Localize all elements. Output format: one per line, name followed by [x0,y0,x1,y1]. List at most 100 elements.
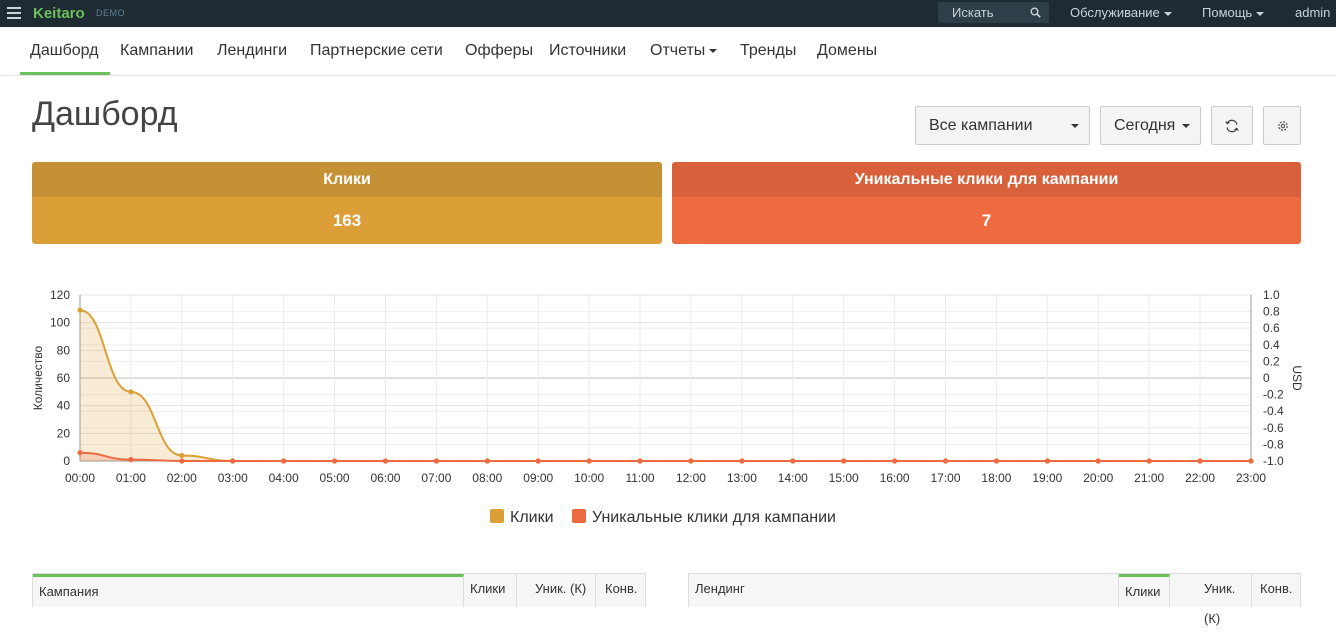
y2-tick-label: -0.2 [1263,388,1284,402]
x-tick-label: 08:00 [472,471,502,485]
x-tick-label: 21:00 [1134,471,1164,485]
unique-clicks-card: Уникальные клики для кампании 7 [672,162,1301,244]
campaigns-header-clicks[interactable]: Клики [464,574,517,607]
x-tick-label: 10:00 [574,471,604,485]
series-point [1095,458,1101,464]
series-area [80,452,1251,461]
nav-active-indicator [20,72,110,75]
campaigns-header-conv[interactable]: Конв. [596,574,646,607]
search-placeholder: Искать [952,5,994,20]
x-tick-label: 11:00 [625,471,654,485]
y2-axis-title: USD [1290,365,1304,391]
chevron-down-icon [1071,124,1079,128]
series-point [77,307,83,313]
gear-icon [1278,121,1288,131]
nav-trends[interactable]: Тренды [740,42,796,60]
x-tick-label: 07:00 [421,471,451,485]
menu-icon[interactable] [7,7,21,19]
nav-landings[interactable]: Лендинги [217,42,287,60]
unique-clicks-card-title: Уникальные клики для кампании [672,162,1301,197]
nav-affiliate-networks[interactable]: Партнерские сети [310,42,443,60]
search-icon[interactable] [1030,7,1041,18]
x-tick-label: 12:00 [676,471,706,485]
series-point [892,458,898,464]
help-menu[interactable]: Помощь [1202,5,1265,20]
refresh-icon [1225,119,1239,133]
main-nav: Дашборд Кампании Лендинги Партнерские се… [0,27,1336,76]
series-point [331,458,338,464]
period-filter-select[interactable]: Сегодня [1100,106,1201,145]
legend-swatch-unique [572,509,586,523]
search-input[interactable]: Искать [938,2,1049,23]
user-menu[interactable]: admin [1295,5,1330,20]
series-point [688,458,694,464]
x-tick-label: 20:00 [1083,471,1113,485]
x-tick-label: 13:00 [727,471,757,485]
x-tick-label: 04:00 [269,471,299,485]
top-bar: Keitaro DEMO Искать Обслуживание Помощь … [0,0,1336,27]
y2-tick-label: 0.6 [1263,321,1280,335]
nav-offers[interactable]: Офферы [465,42,533,60]
legend-item-unique[interactable]: Уникальные клики для кампании [572,509,836,527]
demo-badge: DEMO [96,8,125,18]
brand-logo[interactable]: Keitaro [33,5,85,22]
y-tick-label: 40 [57,399,71,413]
nav-reports[interactable]: Отчеты [650,42,718,60]
series-point [790,458,796,464]
y2-tick-label: 0.4 [1263,338,1280,352]
series-line [79,309,1251,462]
x-tick-label: 16:00 [880,471,910,485]
x-tick-label: 22:00 [1185,471,1215,485]
chevron-down-icon [1256,11,1265,16]
y2-tick-label: -1.0 [1263,454,1284,468]
x-tick-label: 14:00 [778,471,808,485]
y-tick-label: 100 [50,316,70,330]
landings-header-landing[interactable]: Лендинг [689,574,1119,607]
y-tick-label: 20 [57,426,71,440]
x-tick-label: 01:00 [116,471,146,485]
landings-header-unique[interactable]: Уник. (К) [1170,574,1252,626]
series-point [1146,458,1152,464]
landings-header-clicks[interactable]: Клики [1119,574,1170,607]
landings-table: Лендинг Клики Уник. (К) Конв. [688,573,1301,626]
campaign-filter-select[interactable]: Все кампании [915,106,1090,145]
settings-button[interactable] [1263,106,1301,145]
y2-tick-label: -0.8 [1263,437,1284,451]
series-point [230,458,236,464]
legend-item-clicks[interactable]: Клики [490,509,554,527]
clicks-chart: 0 20 40 60 80 100 120 -1.0 -0.8 -0.6 -0.4 -0.2 0 0.2 0… [31,288,1304,485]
y-tick-label: 0 [63,454,70,468]
chevron-down-icon [1163,11,1172,16]
landings-header-conv[interactable]: Конв. [1252,574,1301,607]
series-point [128,457,134,463]
maintenance-label: Обслуживание [1070,5,1160,20]
refresh-button[interactable] [1211,106,1253,145]
x-tick-label: 23:00 [1236,471,1266,485]
x-tick-label: 15:00 [829,471,859,485]
campaigns-header-unique[interactable]: Уник. (К) [517,574,596,607]
nav-campaigns[interactable]: Кампании [120,42,194,60]
x-tick-label: 18:00 [981,471,1011,485]
nav-sources[interactable]: Источники [549,42,626,60]
series-point [484,458,490,464]
legend-label-clicks: Клики [510,509,554,526]
series-point [637,458,643,464]
chevron-down-icon [709,48,718,53]
nav-domains[interactable]: Домены [817,42,877,60]
campaign-filter-label: Все кампании [929,117,1033,134]
y-axis-title: Количество [31,345,45,410]
series-point [77,450,83,456]
series-area [80,310,1251,461]
maintenance-menu[interactable]: Обслуживание [1070,5,1172,20]
y-tick-label: 120 [50,288,70,302]
campaigns-header-campaign[interactable]: Кампания [33,574,464,607]
y2-tick-label: 0 [1263,371,1270,385]
chevron-down-icon [1182,124,1190,128]
x-tick-label: 06:00 [370,471,400,485]
series-point [179,452,185,459]
y2-tick-label: 0.2 [1263,354,1280,368]
series-point [128,389,134,395]
y2-tick-label: 0.8 [1263,305,1280,319]
nav-dashboard[interactable]: Дашборд [30,42,99,60]
y2-tick-label: 1.0 [1263,288,1280,302]
